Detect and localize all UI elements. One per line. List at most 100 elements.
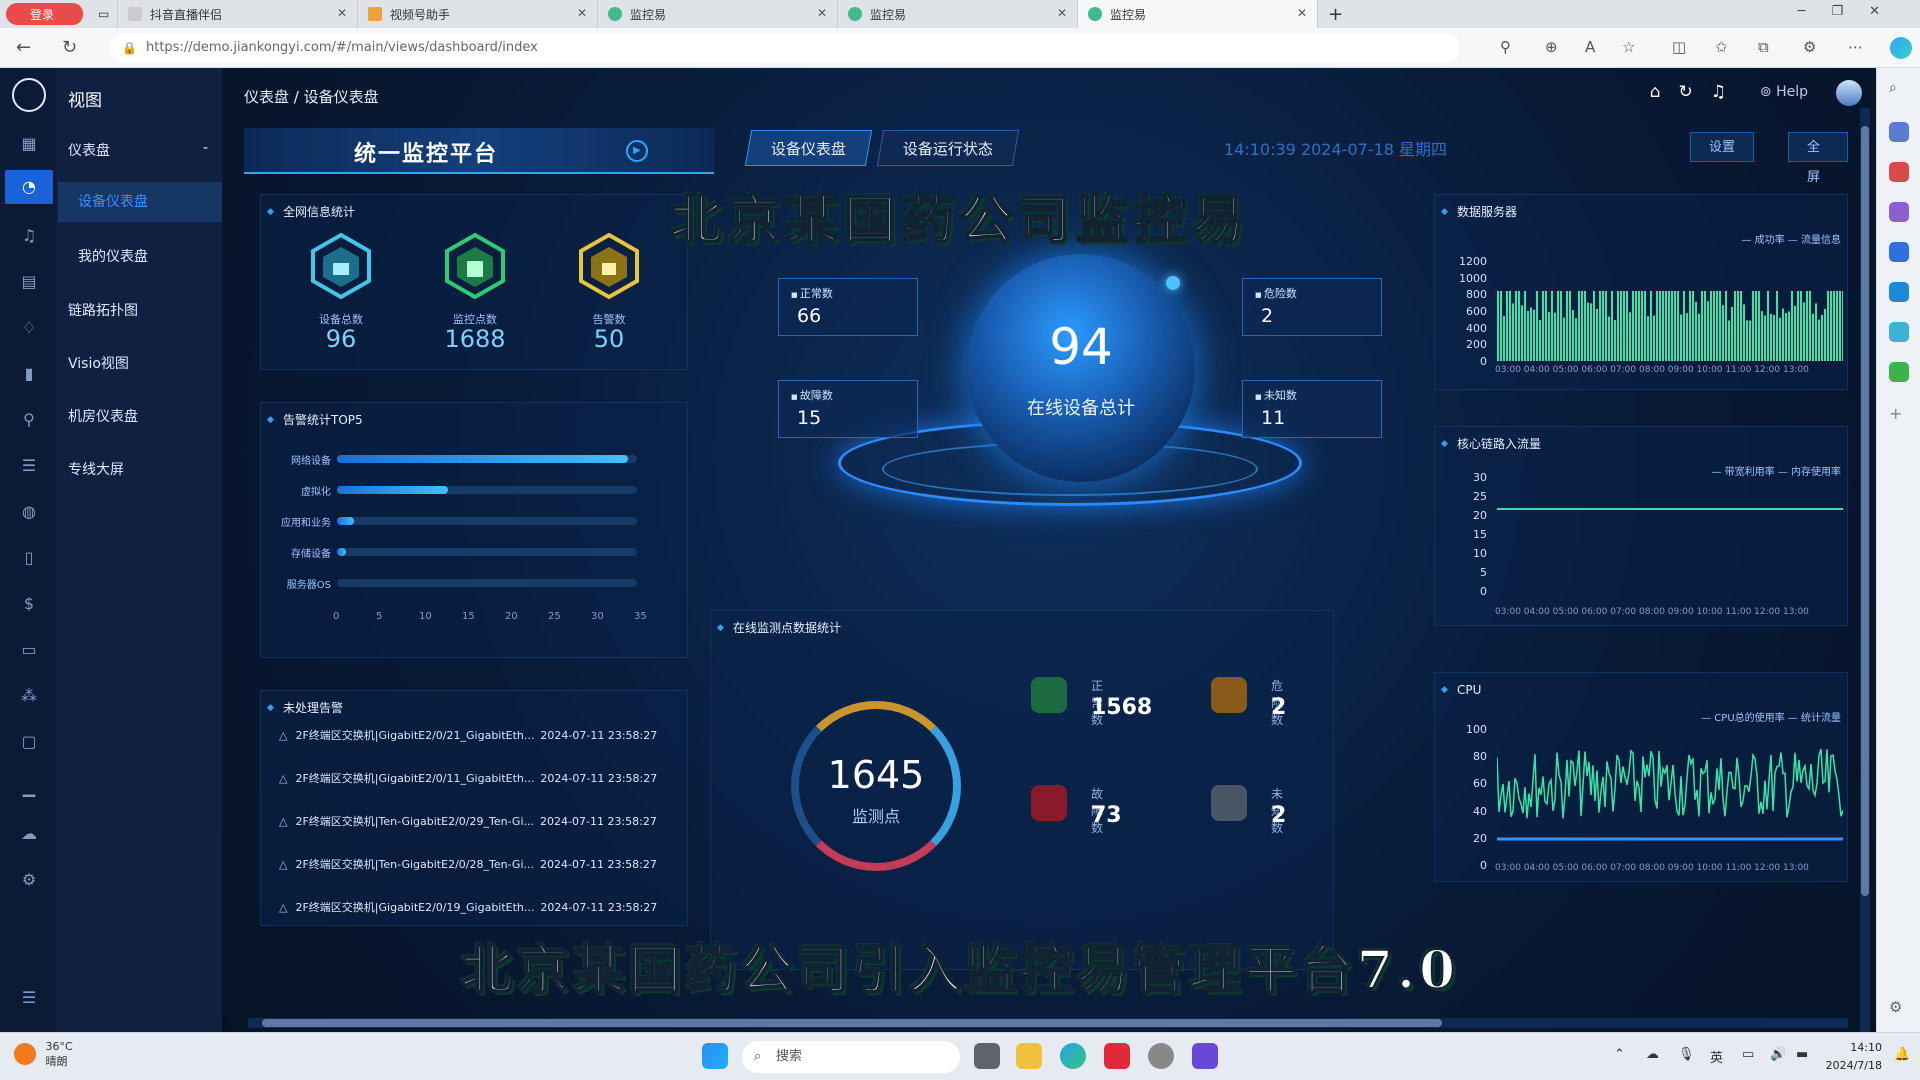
minimize-icon[interactable]: ─ xyxy=(1798,4,1832,19)
fullscreen-button[interactable]: 全屏 xyxy=(1788,132,1848,185)
sidebar-item-link-topology[interactable]: 链路拓扑图 xyxy=(68,300,138,320)
browser-tab[interactable]: 抖音直播伴侣 ✕ xyxy=(118,0,358,28)
media-app-icon[interactable] xyxy=(1192,1043,1218,1069)
read-aloud-icon[interactable]: ⚲ xyxy=(1500,38,1511,56)
browser-tab[interactable]: 视频号助手 ✕ xyxy=(358,0,598,28)
more-options-icon[interactable]: ⋯ xyxy=(1848,38,1863,56)
settings-gear-icon[interactable]: ⚙ xyxy=(19,870,39,890)
horizontal-scrollbar[interactable] xyxy=(248,1018,1848,1028)
sidebar-app-icon[interactable] xyxy=(1889,282,1909,302)
close-tab-icon[interactable]: ✕ xyxy=(337,6,347,20)
sidebar-item-dedicated-screen[interactable]: 专线大屏 xyxy=(68,459,124,479)
input-language[interactable]: 英 xyxy=(1710,1047,1723,1066)
bar-chart-icon[interactable]: ▮ xyxy=(19,364,39,384)
alarm-list-item[interactable]: △ 2F终端区交换机|GigabitE2/0/11_GigabitEth... 20… xyxy=(279,770,699,786)
series-bar xyxy=(1518,291,1520,361)
browser-tab-active[interactable]: 监控易 ✕ xyxy=(1078,0,1318,28)
close-window-icon[interactable]: ✕ xyxy=(1869,4,1906,19)
user-avatar[interactable] xyxy=(1836,80,1862,106)
x-tick-label: 30 xyxy=(591,611,604,622)
alarm-list-item[interactable]: △ 2F终端区交换机|GigabitE2/0/19_GigabitEth... 20… xyxy=(279,899,699,915)
favorite-star-icon[interactable]: ☆ xyxy=(1622,38,1635,56)
stats-icon[interactable]: ▁ xyxy=(19,778,39,798)
notes-icon[interactable]: ▢ xyxy=(19,732,39,752)
extensions-icon[interactable]: ⚙ xyxy=(1803,38,1816,56)
tab-device-dashboard[interactable]: 设备仪表盘 xyxy=(744,130,873,166)
series-bar xyxy=(1842,291,1843,361)
favorites-icon[interactable]: ✩ xyxy=(1715,38,1728,56)
edge-browser-icon[interactable] xyxy=(1060,1043,1086,1069)
monitor-icon[interactable]: ▭ xyxy=(19,640,39,660)
browser-tab[interactable]: 监控易 ✕ xyxy=(598,0,838,28)
alarm-list-item[interactable]: △ 2F终端区交换机|Ten-GigabitE2/0/29_Ten-Gi... 20… xyxy=(279,813,699,829)
copilot-icon[interactable] xyxy=(1890,37,1912,59)
back-icon[interactable]: ← xyxy=(16,37,31,58)
battery-icon[interactable]: ▬ xyxy=(1796,1047,1808,1062)
volume-icon[interactable]: 🔊 xyxy=(1770,1047,1786,1062)
alarm-list-item[interactable]: △ 2F终端区交换机|Ten-GigabitE2/0/28_Ten-Gi... 20… xyxy=(279,856,699,872)
topology-icon[interactable]: ⚲ xyxy=(19,410,39,430)
start-icon[interactable] xyxy=(702,1043,728,1069)
add-icon[interactable]: + xyxy=(1889,404,1909,424)
cloud-icon[interactable]: ☁ xyxy=(19,824,39,844)
tray-app-icon[interactable]: ☁ xyxy=(1646,1047,1659,1062)
notification-icon[interactable]: 🔔 xyxy=(1894,1047,1910,1062)
chrome-icon[interactable] xyxy=(1148,1043,1174,1069)
play-icon[interactable]: ▶ xyxy=(626,140,648,162)
taskbar-search[interactable]: ⌕ 搜索 xyxy=(742,1041,960,1073)
close-tab-icon[interactable]: ✕ xyxy=(1057,6,1067,20)
unknown-status-icon xyxy=(1211,785,1247,821)
document-icon[interactable]: ▯ xyxy=(19,548,39,568)
dollar-icon[interactable]: $ xyxy=(19,594,39,614)
close-tab-icon[interactable]: ✕ xyxy=(1297,6,1307,20)
sidebar-item-visio[interactable]: Visio视图 xyxy=(68,353,129,373)
zoom-icon[interactable]: ⊕ xyxy=(1545,38,1558,56)
sidebar-settings-icon[interactable]: ⚙ xyxy=(1889,998,1909,1018)
list-icon[interactable]: ☰ xyxy=(19,456,39,476)
scroll-thumb[interactable] xyxy=(262,1019,1442,1027)
tray-chevron-icon[interactable]: ⌃ xyxy=(1614,1047,1625,1062)
tab-device-status[interactable]: 设备运行状态 xyxy=(876,130,1020,166)
recorder-app-icon[interactable] xyxy=(1104,1043,1130,1069)
taskbar-clock[interactable]: 14:10 2024/7/18 xyxy=(1826,1039,1882,1075)
microphone-icon[interactable]: 🎙 xyxy=(1678,1047,1695,1062)
alarm-list-item[interactable]: △ 2F终端区交换机|GigabitE2/0/21_GigabitEth... 20… xyxy=(279,727,699,743)
url-field[interactable]: 🔒 https://demo.jiankongyi.com/#/main/vie… xyxy=(110,34,1460,62)
report-icon[interactable]: ▤ xyxy=(19,272,39,292)
help-button[interactable]: ⊚ Help xyxy=(1760,84,1808,100)
browser-tab[interactable]: 监控易 ✕ xyxy=(838,0,1078,28)
series-bar xyxy=(1803,302,1805,361)
home-icon[interactable]: ⌂ xyxy=(1650,82,1661,102)
settings-button[interactable]: 设置 xyxy=(1690,132,1755,162)
network-icon[interactable]: ▭ xyxy=(1742,1047,1754,1062)
task-view-icon[interactable] xyxy=(974,1043,1000,1069)
weather-widget[interactable]: 36°C 晴朗 xyxy=(14,1039,73,1069)
collections-icon[interactable]: ⧉ xyxy=(1758,38,1769,56)
sidebar-app-icon[interactable] xyxy=(1889,362,1909,382)
sidebar-item-room-dashboard[interactable]: 机房仪表盘 xyxy=(68,406,138,426)
refresh-icon[interactable]: ↻ xyxy=(1679,82,1693,102)
sidebar-app-icon[interactable] xyxy=(1889,122,1909,142)
collapse-icon[interactable]: - xyxy=(203,140,208,156)
close-tab-icon[interactable]: ✕ xyxy=(577,6,587,20)
globe-icon[interactable]: ◍ xyxy=(19,502,39,522)
sidebar-app-icon[interactable] xyxy=(1889,202,1909,222)
notification-bell-icon[interactable]: ♫ xyxy=(1711,82,1726,102)
sidebar-app-icon[interactable] xyxy=(1889,162,1909,182)
sidebar-app-icon[interactable] xyxy=(1889,242,1909,262)
split-screen-icon[interactable]: ◫ xyxy=(1672,38,1686,56)
sidebar-item-dashboard[interactable]: 仪表盘 - xyxy=(68,140,208,160)
tab-actions-icon[interactable]: ▭ xyxy=(88,0,118,28)
sidebar-app-icon[interactable] xyxy=(1889,322,1909,342)
file-explorer-icon[interactable] xyxy=(1016,1043,1042,1069)
close-tab-icon[interactable]: ✕ xyxy=(817,6,827,20)
dashboard-grid-icon[interactable]: ▦ xyxy=(19,134,39,154)
browser-profile-tab[interactable]: 登录 xyxy=(6,3,84,25)
search-icon[interactable]: ⌕ xyxy=(1889,80,1909,100)
immersive-reader-icon[interactable]: A xyxy=(1585,38,1595,56)
network-icon[interactable]: ⁂ xyxy=(19,686,39,706)
refresh-icon[interactable]: ↻ xyxy=(62,37,77,58)
restore-icon[interactable]: ❐ xyxy=(1831,4,1869,19)
alarm-icon[interactable]: ♢ xyxy=(19,318,39,338)
new-tab-button[interactable]: + xyxy=(1318,0,1352,28)
